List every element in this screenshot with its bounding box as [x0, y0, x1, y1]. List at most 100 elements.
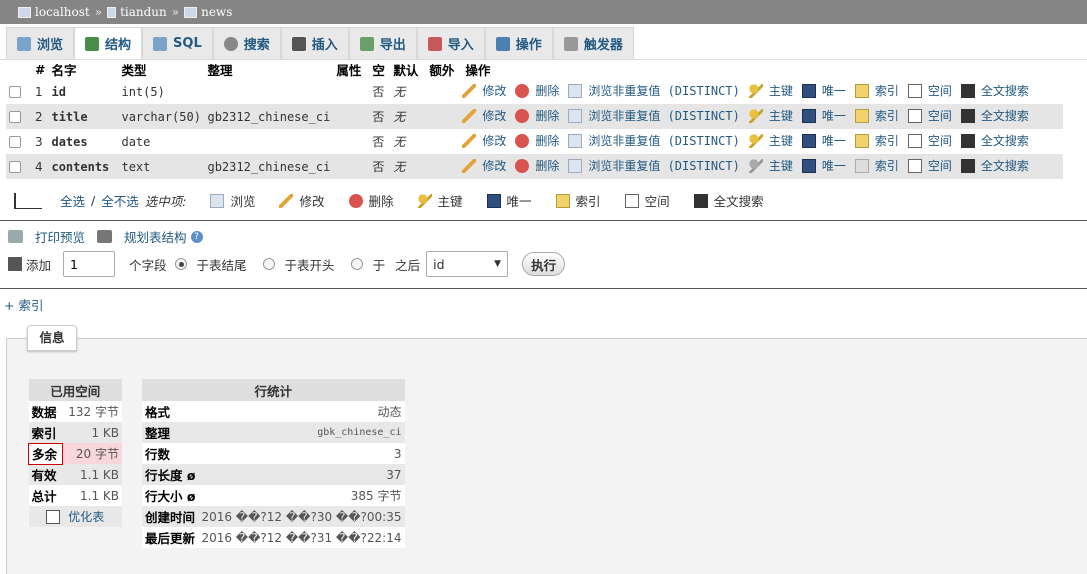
bulk-browse-button[interactable]: 浏览 [210, 191, 255, 210]
fulltext-button[interactable]: 全文搜索 [960, 107, 1029, 124]
tab-search[interactable]: 搜索 [212, 27, 281, 59]
stat-key: 创建时间 [142, 506, 199, 527]
fulltext-button[interactable]: 全文搜索 [960, 82, 1029, 99]
row-checkbox[interactable] [9, 136, 21, 148]
fulltext-button[interactable]: 全文搜索 [960, 157, 1029, 174]
drop-button[interactable]: 删除 [515, 132, 559, 149]
browse-icon [568, 133, 583, 148]
row-stats-table: 行统计 格式 动态 整理 gbk_chinese_ci 行数 3 行长度 ø 37 行大小 ø3… [142, 379, 405, 548]
spatial-button[interactable]: 空间 [907, 107, 952, 124]
bulk-primary-button[interactable]: 主键 [417, 191, 463, 210]
distinct-button[interactable]: 浏览非重复值 (DISTINCT) [568, 107, 740, 124]
table-row: 1 id int(5) 否无 修改 删除 浏览非重复值 (DISTINCT) 主键 唯一 索引 空间… [6, 79, 1063, 104]
tab-export[interactable]: 导出 [348, 27, 417, 59]
breadcrumb-server[interactable]: localhost [35, 5, 90, 19]
tab-structure[interactable]: 结构 [74, 27, 143, 59]
add-count-input[interactable] [63, 251, 116, 277]
index-button[interactable]: 索引 [854, 132, 899, 149]
stat-key: 数据 [28, 401, 63, 422]
row-checkbox[interactable] [9, 111, 21, 123]
arrow-up-icon [14, 192, 42, 209]
go-button[interactable]: 执行 [522, 252, 566, 276]
stat-value: 1.1 KB [62, 464, 122, 485]
print-view-link[interactable]: 打印预览 [35, 227, 85, 246]
row-stats-title: 行统计 [142, 379, 405, 401]
bulk-change-button[interactable]: 修改 [279, 191, 325, 210]
drop-button[interactable]: 删除 [515, 157, 559, 174]
primary-button[interactable]: 主键 [748, 107, 793, 124]
index-button[interactable]: 索引 [854, 157, 899, 174]
col-null: 空 [369, 60, 391, 79]
structure-header-row: # 名字 类型 整理 属性 空 默认 额外 操作 [6, 60, 1063, 79]
breadcrumb-db[interactable]: tiandun [120, 5, 167, 19]
col-default: 默认 [390, 60, 427, 79]
distinct-button[interactable]: 浏览非重复值 (DISTINCT) [568, 82, 740, 99]
indexes-link[interactable]: + 索引 [4, 295, 43, 314]
row-checkbox[interactable] [9, 86, 21, 98]
fulltext-button[interactable]: 全文搜索 [960, 132, 1029, 149]
tab-operations[interactable]: 操作 [484, 27, 553, 59]
tab-insert[interactable]: 插入 [280, 27, 349, 59]
spatial-button[interactable]: 空间 [907, 82, 952, 99]
help-icon[interactable]: ? [190, 230, 203, 243]
index-button[interactable]: 索引 [854, 107, 899, 124]
after-radio[interactable] [350, 258, 363, 270]
stat-key: 行大小 ø [142, 485, 199, 506]
distinct-button[interactable]: 浏览非重复值 (DISTINCT) [568, 132, 740, 149]
row-checkbox[interactable] [9, 161, 21, 173]
print-propose-row: 打印预览 规划表结构 ? [8, 227, 203, 246]
unique-button[interactable]: 唯一 [801, 157, 846, 174]
change-button[interactable]: 修改 [462, 82, 506, 99]
change-button[interactable]: 修改 [462, 107, 506, 124]
drop-button[interactable]: 删除 [515, 82, 559, 99]
change-button[interactable]: 修改 [462, 132, 506, 149]
breadcrumb-separator: » [171, 5, 180, 19]
tab-sql[interactable]: SQL [142, 27, 213, 59]
unique-icon [801, 158, 816, 173]
bulk-fulltext-button[interactable]: 全文搜索 [693, 191, 764, 210]
pencil-icon [279, 193, 294, 208]
optimize-table-link[interactable]: 优化表 [32, 508, 120, 525]
spatial-button[interactable]: 空间 [907, 157, 952, 174]
unique-button[interactable]: 唯一 [801, 107, 846, 124]
bulk-index-button[interactable]: 索引 [555, 191, 601, 210]
pencil-icon [462, 83, 477, 98]
change-button[interactable]: 修改 [462, 157, 506, 174]
divider [0, 220, 1087, 221]
distinct-button[interactable]: 浏览非重复值 (DISTINCT) [568, 157, 740, 174]
unique-button[interactable]: 唯一 [801, 82, 846, 99]
tab-import[interactable]: 导入 [416, 27, 485, 59]
primary-button[interactable]: 主键 [748, 132, 793, 149]
index-button[interactable]: 索引 [854, 82, 899, 99]
bulk-spatial-button[interactable]: 空间 [624, 191, 670, 210]
space-usage-title: 已用空间 [28, 379, 122, 401]
at-beginning-radio[interactable] [262, 258, 275, 270]
primary-button[interactable]: 主键 [748, 82, 793, 99]
tab-triggers[interactable]: 触发器 [552, 27, 634, 59]
drop-button[interactable]: 删除 [515, 107, 559, 124]
breadcrumb-table[interactable]: news [201, 5, 232, 19]
at-end-radio[interactable] [174, 258, 187, 270]
info-tab[interactable]: 信息 [27, 325, 77, 351]
primary-button[interactable]: 主键 [748, 157, 793, 174]
tab-label: 插入 [311, 38, 338, 53]
spatial-button[interactable]: 空间 [907, 132, 952, 149]
cell-type: text [118, 154, 205, 179]
pencil-icon [462, 133, 477, 148]
table-row: 多余 20 字节 [28, 442, 122, 465]
check-all-link[interactable]: 全选 [60, 191, 85, 210]
bulk-drop-button[interactable]: 删除 [348, 191, 394, 210]
stat-value: 385 字节 [198, 485, 405, 506]
action-label: 浏览 [230, 194, 256, 209]
uncheck-all-link[interactable]: 全不选 [101, 191, 139, 210]
action-label: 修改 [482, 84, 507, 99]
action-label: 索引 [874, 159, 899, 174]
stat-value: 37 [198, 464, 405, 485]
at-end-label: 于表结尾 [196, 257, 247, 273]
after-field-select[interactable]: id ▼ [426, 251, 509, 277]
tab-browse[interactable]: 浏览 [6, 27, 75, 59]
cell-name: title [48, 104, 119, 129]
propose-structure-link[interactable]: 规划表结构 [124, 227, 187, 246]
unique-button[interactable]: 唯一 [801, 132, 846, 149]
bulk-unique-button[interactable]: 唯一 [486, 191, 532, 210]
